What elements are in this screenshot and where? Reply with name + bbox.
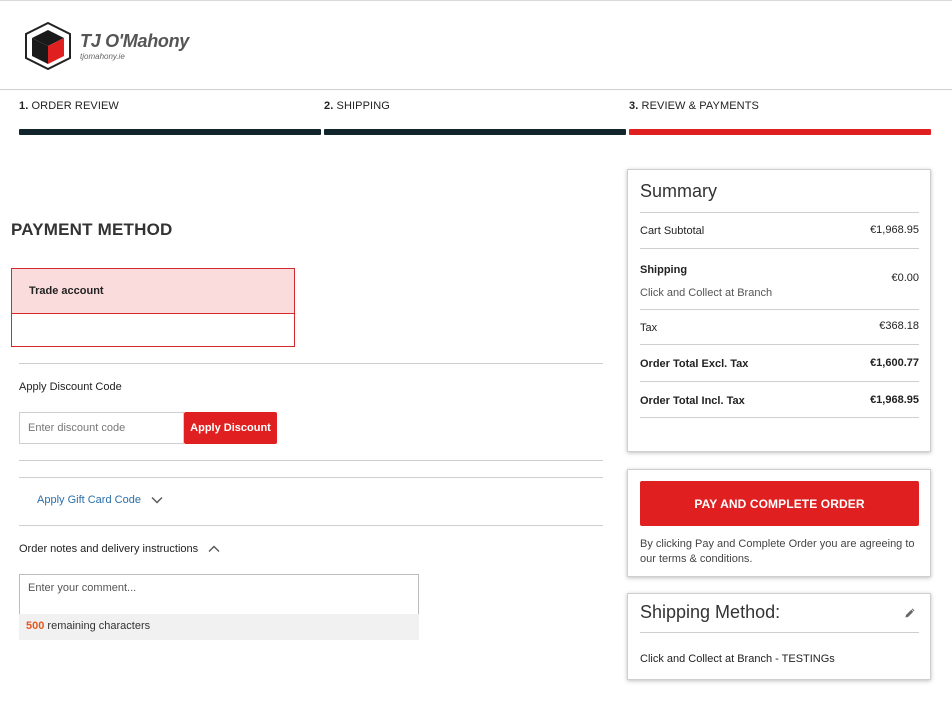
summary-title: Summary <box>640 181 718 201</box>
subtotal-value: €1,968.95 <box>870 224 919 236</box>
total-incl-value: €1,968.95 <box>870 394 919 406</box>
shipping-divider <box>640 632 919 633</box>
chevron-down-icon <box>151 497 163 504</box>
divider <box>19 460 603 461</box>
total-excl-value: €1,600.77 <box>870 357 919 369</box>
tax-value: €368.18 <box>879 320 919 332</box>
checkout-progress: 1. ORDER REVIEW 2. SHIPPING 3. REVIEW & … <box>19 100 931 140</box>
pencil-icon[interactable] <box>904 607 916 619</box>
divider <box>19 477 603 478</box>
step-bar <box>324 129 626 135</box>
divider <box>19 525 603 526</box>
brand-name: TJ O'Mahony <box>80 31 189 51</box>
chevron-up-icon <box>208 545 220 552</box>
step-label: 1. ORDER REVIEW <box>19 100 119 112</box>
brand-url: tjomahony.ie <box>80 52 125 61</box>
subtotal-label: Cart Subtotal <box>640 225 705 237</box>
summary-bottom-divider <box>640 417 919 418</box>
step-label: 2. SHIPPING <box>324 100 390 112</box>
order-notes-toggle[interactable]: Order notes and delivery instructions <box>19 543 220 555</box>
shipping-method: Click and Collect at Branch <box>640 287 773 299</box>
terms-note: By clicking Pay and Complete Order you a… <box>640 538 915 565</box>
gift-card-label: Apply Gift Card Code <box>37 494 141 506</box>
site-logo[interactable]: TJ O'Mahony tjomahony.ie <box>24 21 189 71</box>
payment-option-trade-account[interactable]: Trade account <box>12 269 294 314</box>
shipping-label: Shipping <box>640 264 688 276</box>
remaining-text: remaining characters <box>47 620 151 632</box>
step-order-review[interactable]: 1. ORDER REVIEW <box>19 100 321 136</box>
logo-wordmark: TJ O'Mahony tjomahony.ie <box>80 31 189 61</box>
pay-complete-order-button[interactable]: PAY AND COMPLETE ORDER <box>640 481 919 526</box>
step-review-payments[interactable]: 3. REVIEW & PAYMENTS <box>629 100 931 136</box>
order-comment-textarea[interactable] <box>19 574 419 616</box>
summary-row-subtotal: Cart Subtotal €1,968.95 <box>640 212 919 248</box>
payment-method-box: Trade account <box>11 268 295 347</box>
summary-row-tax: Tax €368.18 <box>640 309 919 344</box>
site-header: TJ O'Mahony tjomahony.ie <box>0 1 952 90</box>
payment-method-title: PAYMENT METHOD <box>11 220 173 239</box>
summary-row-total-incl: Order Total Incl. Tax €1,968.95 <box>640 381 919 417</box>
pay-panel: PAY AND COMPLETE ORDER By clicking Pay a… <box>627 469 931 577</box>
divider <box>19 363 603 364</box>
summary-panel: Summary Cart Subtotal €1,968.95 Shipping… <box>627 169 931 452</box>
step-label: 3. REVIEW & PAYMENTS <box>629 100 759 112</box>
summary-row-total-excl: Order Total Excl. Tax €1,600.77 <box>640 344 919 381</box>
order-notes-label: Order notes and delivery instructions <box>19 543 199 555</box>
shipping-method-panel: Shipping Method: Click and Collect at Br… <box>627 593 931 680</box>
gift-card-toggle[interactable]: Apply Gift Card Code <box>37 494 163 506</box>
apply-discount-button[interactable]: Apply Discount <box>184 412 277 444</box>
step-shipping[interactable]: 2. SHIPPING <box>324 100 626 136</box>
step-bar <box>19 129 321 135</box>
tax-label: Tax <box>640 322 658 334</box>
logo-cube-icon <box>25 21 71 71</box>
shipping-value: €0.00 <box>891 272 919 284</box>
shipping-method-title: Shipping Method: <box>640 602 781 622</box>
total-incl-label: Order Total Incl. Tax <box>640 395 745 407</box>
total-excl-label: Order Total Excl. Tax <box>640 358 749 370</box>
summary-row-shipping: Shipping Click and Collect at Branch €0.… <box>640 248 919 309</box>
remaining-characters: 500 remaining characters <box>19 614 419 640</box>
discount-label: Apply Discount Code <box>19 381 122 393</box>
remaining-count: 500 <box>26 620 45 632</box>
discount-code-input[interactable] <box>19 412 184 444</box>
shipping-method-value: Click and Collect at Branch - TESTINGs <box>640 653 835 665</box>
step-bar <box>629 129 931 135</box>
